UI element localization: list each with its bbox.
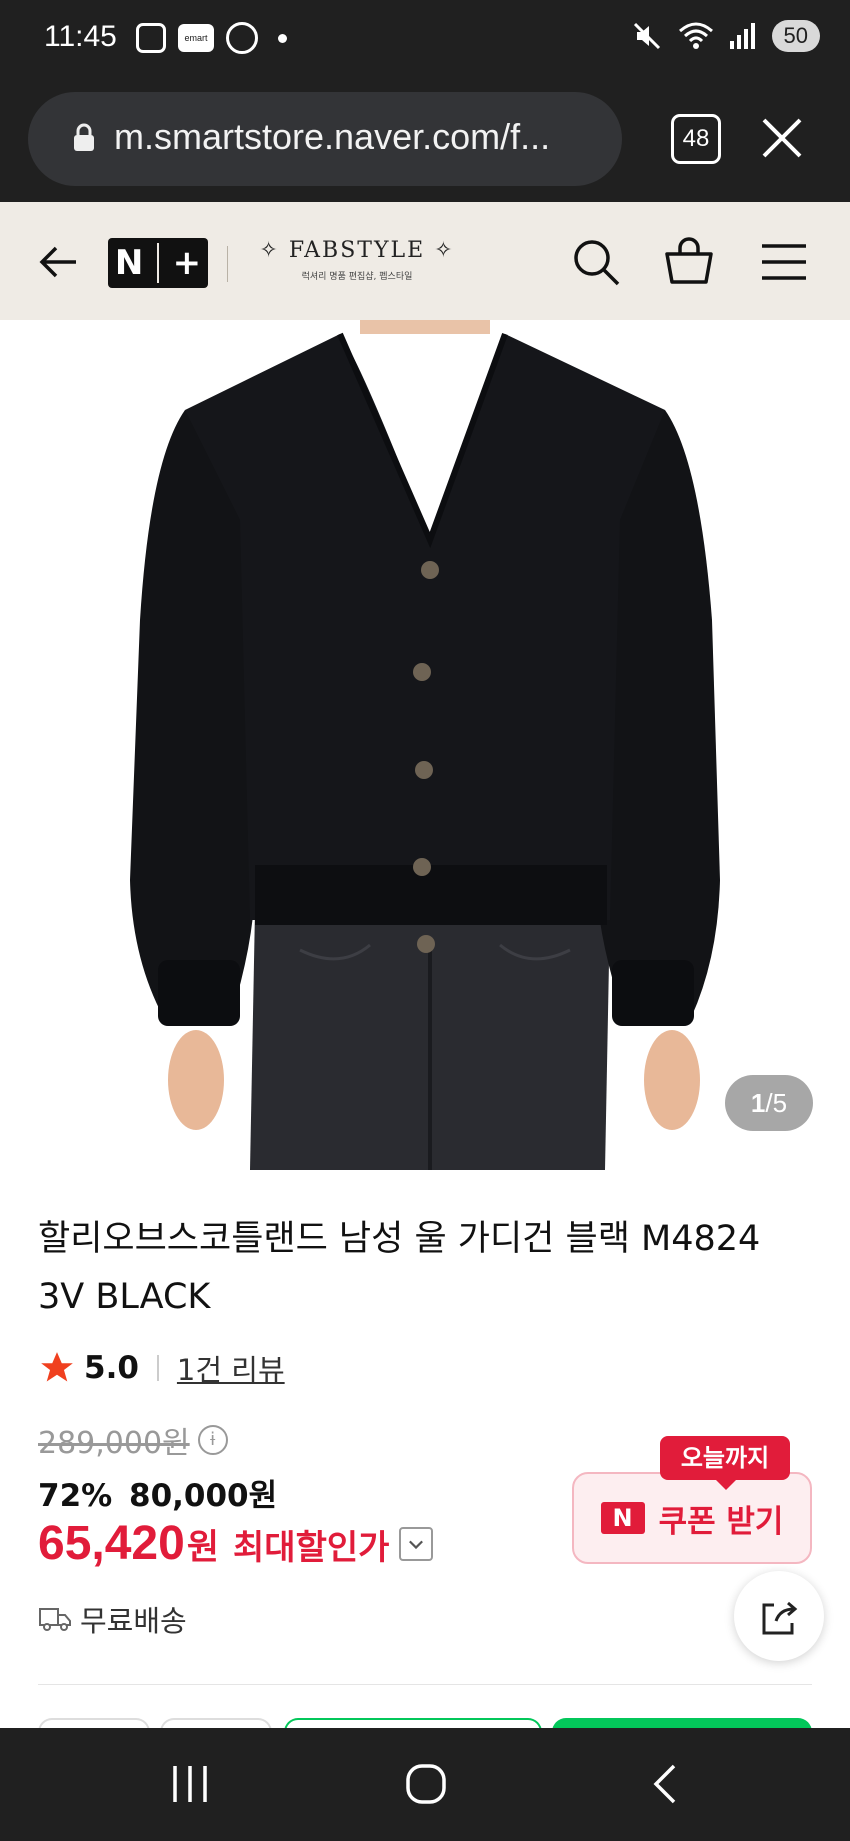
brand-name: FABSTYLE [288, 238, 426, 263]
truck-icon [39, 1608, 71, 1631]
app-notification-icon [226, 22, 258, 54]
discounted-price: 80,000원 [129, 1478, 278, 1514]
nplus-n: N [114, 243, 144, 283]
nplus-plus: + [172, 243, 202, 283]
rating-divider [156, 1355, 159, 1381]
share-button[interactable] [734, 1571, 824, 1661]
address-bar[interactable]: m.smartstore.naver.com/f... [28, 92, 622, 186]
wifi-icon [678, 22, 713, 49]
clock: 11:45 [44, 20, 117, 53]
brand-star-right-icon: ✧ [425, 238, 455, 263]
system-icons: 50 [632, 20, 820, 52]
shipping-info: 무료배송 [38, 1598, 187, 1640]
share-icon [762, 1601, 798, 1635]
coupon-button[interactable]: N 쿠폰 받기 [572, 1472, 812, 1564]
recent-apps-icon[interactable] [170, 1762, 210, 1806]
shipping-label: 무료배송 [80, 1604, 187, 1638]
discount-row: 72% 80,000원 [38, 1470, 277, 1515]
coupon-label: 쿠폰 받기 [658, 1503, 784, 1540]
site-header: N + ✧ FABSTYLE ✧ 럭셔리 명품 편집샵, 펩스타일 [0, 202, 850, 320]
shopping-bag-icon[interactable] [663, 236, 715, 288]
brand-logo[interactable]: ✧ FABSTYLE ✧ 럭셔리 명품 편집샵, 펩스타일 [252, 238, 462, 282]
cardigan-illustration [130, 320, 720, 1170]
screenshot-icon [136, 23, 166, 53]
nplus-divider [156, 243, 159, 283]
chevron-down-icon[interactable] [399, 1526, 434, 1561]
browser-toolbar: m.smartstore.naver.com/f... 48 [0, 80, 850, 202]
close-icon[interactable] [760, 116, 804, 160]
home-icon[interactable] [404, 1762, 448, 1806]
star-icon [41, 1352, 73, 1382]
mute-icon [633, 22, 660, 50]
original-price: 289,000원 [38, 1426, 190, 1461]
naver-n-icon: N [600, 1502, 645, 1534]
nplus-logo[interactable]: N + [108, 238, 208, 288]
lock-icon [74, 123, 94, 151]
final-price-row: 65,420 원 최대할인가 [38, 1516, 434, 1571]
image-separator: / [765, 1088, 773, 1118]
product-image[interactable] [0, 320, 850, 1170]
coupon-deadline-tag: 오늘까지 [660, 1436, 790, 1490]
final-price-unit: 원 [186, 1528, 220, 1568]
brand-tagline: 럭셔리 명품 편집샵, 펩스타일 [301, 272, 413, 282]
final-price: 65,420 [38, 1517, 185, 1570]
original-price-row: 289,000원 i [38, 1418, 228, 1462]
image-page-indicator: 1/5 [725, 1075, 813, 1131]
system-nav-bar [0, 1728, 850, 1841]
back-nav-icon[interactable] [648, 1762, 680, 1806]
menu-icon[interactable] [758, 236, 810, 288]
notification-icons: emart [136, 22, 287, 54]
back-arrow-icon[interactable] [36, 240, 80, 284]
rating-row: 5.0 1건 리뷰 [38, 1346, 285, 1390]
max-discount-label: 최대할인가 [233, 1528, 390, 1568]
brand-star-left-icon: ✧ [259, 238, 289, 263]
review-link[interactable]: 1건 리뷰 [177, 1347, 285, 1389]
signal-icon [729, 23, 755, 49]
info-icon[interactable]: i [197, 1425, 228, 1455]
url-text: m.smartstore.naver.com/f... [114, 116, 551, 157]
more-notifications-dot [278, 33, 287, 43]
purchase-bar-peek [0, 1712, 850, 1748]
image-total: 5 [772, 1088, 788, 1118]
discount-rate: 72% [38, 1478, 113, 1514]
header-divider [227, 246, 228, 282]
image-current: 1 [750, 1088, 766, 1118]
status-bar: 11:45 emart 50 [0, 0, 850, 80]
emart-icon: emart [178, 24, 214, 52]
search-icon[interactable] [570, 236, 622, 288]
battery-indicator: 50 [771, 20, 820, 52]
tab-switcher-button[interactable]: 48 [671, 114, 721, 164]
section-divider [38, 1684, 812, 1685]
product-title: 할리오브스코틀랜드 남성 울 가디건 블랙 M4824 3V BLACK [38, 1219, 761, 1317]
rating-score: 5.0 [84, 1350, 139, 1386]
